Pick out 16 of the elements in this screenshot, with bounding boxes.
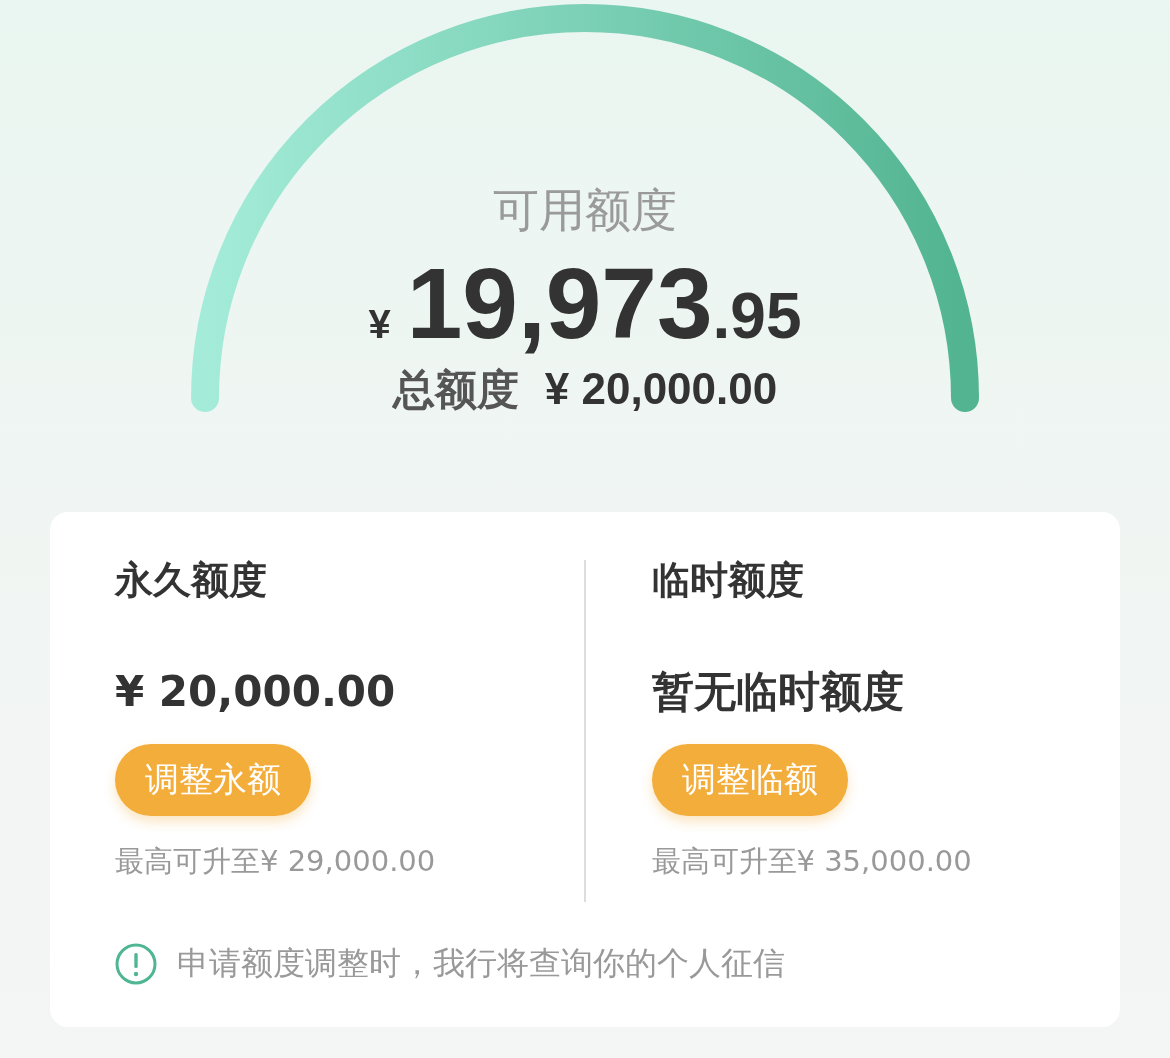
amount-decimals: .95 <box>712 279 802 353</box>
total-label: 总额度 <box>392 364 519 416</box>
info-icon <box>115 943 157 985</box>
limit-value: ¥ 20,000.00 <box>115 666 396 718</box>
adjust-button[interactable]: 调整永额 <box>115 744 311 816</box>
total-value: ¥ 20,000.00 <box>544 364 778 414</box>
limit-value: 暂无临时额度 <box>651 666 904 718</box>
currency-sign: ¥ <box>368 302 391 347</box>
adjust-button[interactable]: 调整临额 <box>651 744 848 816</box>
available-amount: 19,973 <box>406 248 713 358</box>
limit-title: 临时额度 <box>651 557 804 604</box>
max-limit-note: 最高可升至¥ 29,000.00 <box>115 843 436 880</box>
max-limit-note: 最高可升至¥ 35,000.00 <box>651 843 972 880</box>
limit-title: 永久额度 <box>115 557 267 604</box>
notice-text: 申请额度调整时，我行将查询你的个人征信 <box>177 943 785 984</box>
available-label: 可用额度 <box>493 182 677 239</box>
